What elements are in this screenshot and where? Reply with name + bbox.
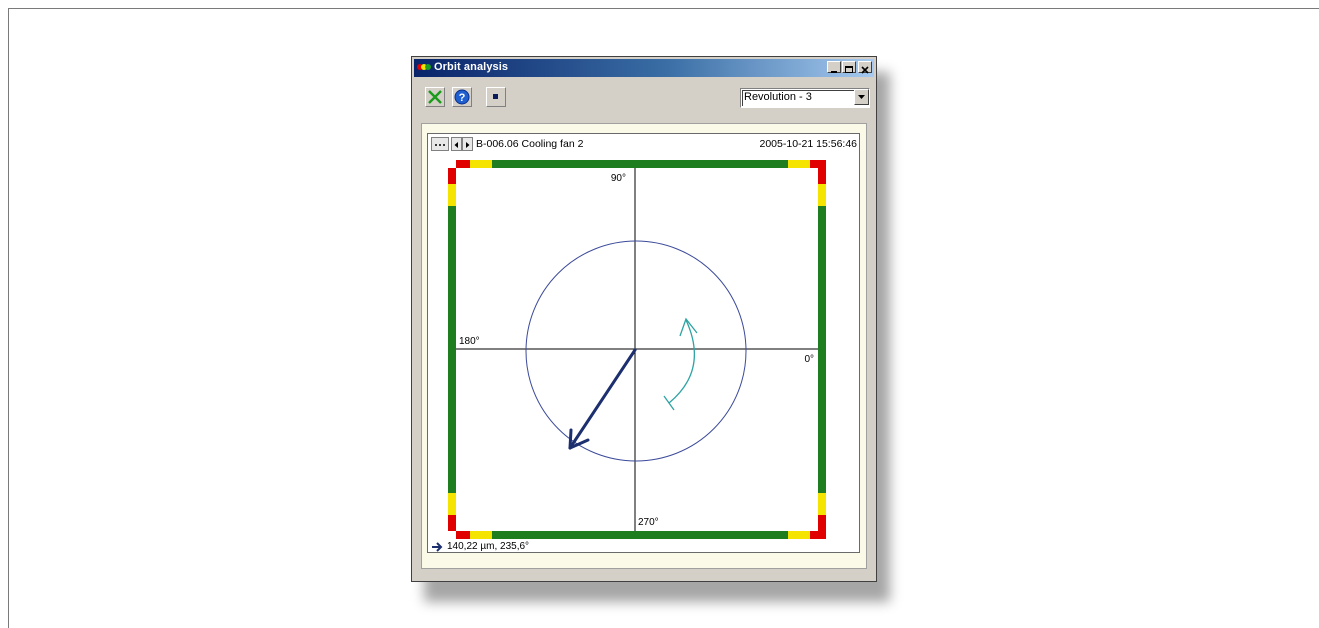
orbit-plot-panel: B-006.06 Cooling fan 2 2005-10-21 15:56:… xyxy=(427,133,860,553)
chevron-down-icon xyxy=(858,95,865,99)
help-icon: ? xyxy=(454,89,470,105)
minimize-button[interactable] xyxy=(827,61,841,73)
help-button[interactable]: ? xyxy=(452,87,472,107)
maximize-button[interactable] xyxy=(842,61,856,73)
revolution-select[interactable]: Revolution - 3 xyxy=(740,88,870,108)
label-90: 90° xyxy=(611,173,626,184)
window-title: Orbit analysis xyxy=(434,61,509,73)
close-x-icon xyxy=(428,90,442,104)
label-180: 180° xyxy=(459,336,480,347)
bottom-band xyxy=(456,531,826,539)
revolution-select-value: Revolution - 3 xyxy=(744,91,812,103)
minimize-icon xyxy=(831,71,837,73)
dropdown-button[interactable] xyxy=(854,89,869,105)
orbit-plot: 90° 180° 0° 270° xyxy=(448,160,826,539)
orbit-analysis-window: Orbit analysis ? Revolution - 3 B-006.06… xyxy=(411,56,877,582)
close-icon xyxy=(861,66,869,74)
stop-icon xyxy=(493,94,498,99)
stop-button[interactable] xyxy=(486,87,506,107)
svg-text:?: ? xyxy=(459,92,466,104)
plot-container: B-006.06 Cooling fan 2 2005-10-21 15:56:… xyxy=(421,123,867,569)
traffic-light-icon xyxy=(417,64,433,72)
title-bar[interactable]: Orbit analysis xyxy=(414,59,874,77)
close-window-button[interactable] xyxy=(858,61,872,74)
top-band xyxy=(456,160,826,168)
reading-value: 140,22 µm, 235,6° xyxy=(447,541,530,552)
left-band xyxy=(448,168,456,531)
arrow-right-icon xyxy=(432,542,443,552)
toolbar: ? Revolution - 3 xyxy=(414,79,874,115)
right-band xyxy=(818,168,826,531)
label-270: 270° xyxy=(638,517,659,528)
close-x-button[interactable] xyxy=(425,87,445,107)
label-0: 0° xyxy=(804,354,814,365)
maximize-icon xyxy=(845,66,853,73)
